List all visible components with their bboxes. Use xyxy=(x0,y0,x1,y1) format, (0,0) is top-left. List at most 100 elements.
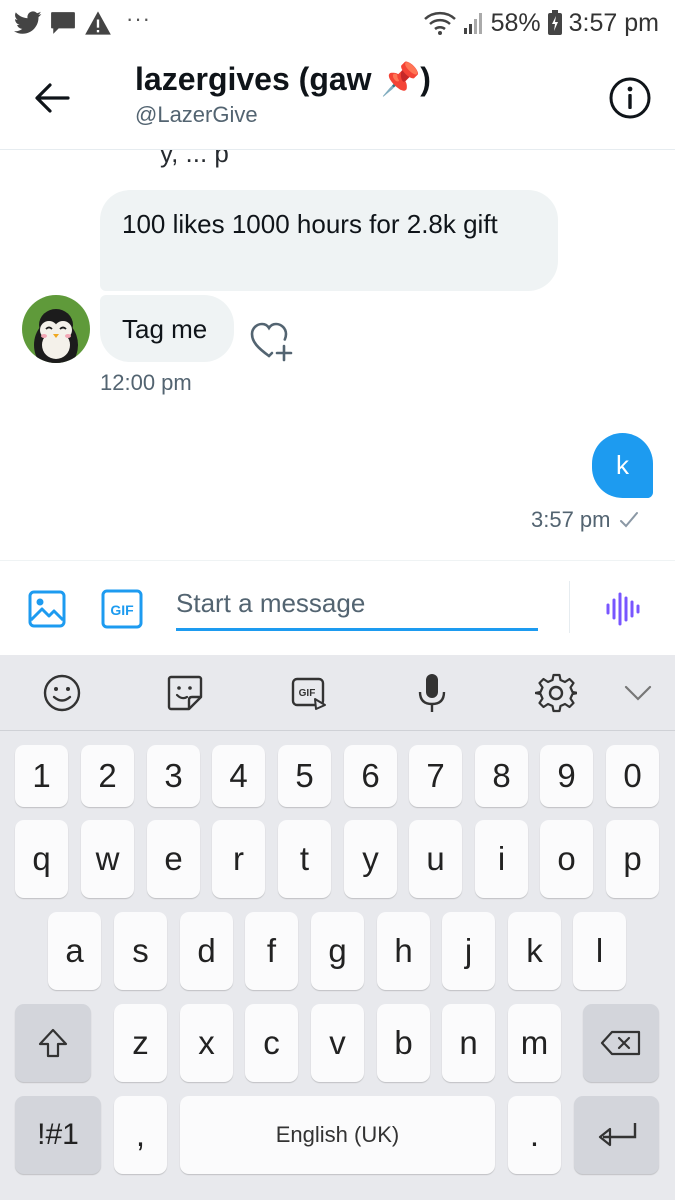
key-y[interactable]: y xyxy=(344,820,397,898)
key-a[interactable]: a xyxy=(48,912,101,990)
voice-wave-icon xyxy=(606,592,640,626)
key-k[interactable]: k xyxy=(508,912,561,990)
sticker-icon xyxy=(167,675,203,711)
voice-input-button[interactable] xyxy=(410,671,454,715)
shift-key[interactable] xyxy=(15,1004,91,1082)
message-timestamp: 3:57 pm xyxy=(531,507,611,532)
arrow-left-icon xyxy=(35,83,70,113)
emoji-button[interactable] xyxy=(40,671,84,715)
gif-label: GIF xyxy=(110,602,134,618)
wifi-icon xyxy=(423,10,457,36)
back-button[interactable] xyxy=(32,78,72,118)
voice-message-button[interactable] xyxy=(602,589,642,629)
keyboard-gif-button[interactable]: GIF xyxy=(287,671,331,715)
return-arrow-icon xyxy=(598,1123,636,1147)
conversation-header: lazergives (gaw 📌) @LazerGive xyxy=(0,46,675,150)
key-b[interactable]: b xyxy=(377,1004,430,1082)
key-4[interactable]: 4 xyxy=(212,745,265,807)
key-3[interactable]: 3 xyxy=(147,745,200,807)
shift-arrow-icon xyxy=(38,1028,68,1058)
battery-icon xyxy=(547,10,563,36)
space-key[interactable]: English (UK) xyxy=(180,1096,495,1174)
keyboard-settings-button[interactable] xyxy=(534,671,578,715)
key-z[interactable]: z xyxy=(114,1004,167,1082)
key-u[interactable]: u xyxy=(409,820,462,898)
heart-plus-icon xyxy=(250,322,293,362)
key-t[interactable]: t xyxy=(278,820,331,898)
add-photo-button[interactable] xyxy=(27,589,67,629)
key-5[interactable]: 5 xyxy=(278,745,331,807)
truncated-message-text: y, ... p xyxy=(160,150,229,168)
outgoing-message-meta: 3:57 pm xyxy=(531,507,639,533)
chevron-down-icon xyxy=(624,685,652,701)
incoming-message-bubble[interactable]: Tag me xyxy=(100,295,234,362)
sent-check-icon xyxy=(619,512,638,528)
twitter-icon xyxy=(14,11,42,35)
key-9[interactable]: 9 xyxy=(540,745,593,807)
backspace-icon xyxy=(600,1030,641,1056)
key-l[interactable]: l xyxy=(573,912,626,990)
gear-icon xyxy=(535,673,577,713)
enter-key[interactable] xyxy=(574,1096,659,1174)
collapse-keyboard-button[interactable] xyxy=(616,671,660,715)
key-h[interactable]: h xyxy=(377,912,430,990)
add-gif-button[interactable]: GIF xyxy=(101,589,143,629)
react-button[interactable] xyxy=(248,320,296,364)
gif-search-icon: GIF xyxy=(291,677,326,710)
sticker-button[interactable] xyxy=(163,671,207,715)
key-i[interactable]: i xyxy=(475,820,528,898)
incoming-message-bubble[interactable]: 100 likes 1000 hours for 2.8k gift xyxy=(100,190,558,291)
key-v[interactable]: v xyxy=(311,1004,364,1082)
outgoing-message-bubble[interactable]: k xyxy=(592,433,653,498)
more-notifications-icon: ··· xyxy=(126,6,151,31)
period-key[interactable]: . xyxy=(508,1096,561,1174)
status-time: 3:57 pm xyxy=(568,8,659,37)
composer-divider xyxy=(569,581,570,633)
key-7[interactable]: 7 xyxy=(409,745,462,807)
conversation-title[interactable]: lazergives (gaw 📌) @LazerGive xyxy=(135,60,431,128)
contact-name: lazergives (gaw 📌) xyxy=(135,61,431,97)
message-list[interactable]: y, ... p 100 likes 1000 hours for 2.8k g… xyxy=(0,150,675,560)
key-o[interactable]: o xyxy=(540,820,593,898)
key-d[interactable]: d xyxy=(180,912,233,990)
message-timestamp: 12:00 pm xyxy=(100,370,192,395)
key-1[interactable]: 1 xyxy=(15,745,68,807)
comma-key[interactable]: , xyxy=(114,1096,167,1174)
symbols-key[interactable]: !#1 xyxy=(15,1096,101,1174)
key-e[interactable]: e xyxy=(147,820,200,898)
battery-percent: 58% xyxy=(490,8,541,37)
message-input[interactable] xyxy=(176,579,538,631)
key-f[interactable]: f xyxy=(245,912,298,990)
key-0[interactable]: 0 xyxy=(606,745,659,807)
contact-avatar[interactable] xyxy=(22,295,90,363)
contact-handle: @LazerGive xyxy=(135,102,258,127)
status-bar: ··· 58% 3:57 pm xyxy=(0,0,675,46)
key-j[interactable]: j xyxy=(442,912,495,990)
signal-icon xyxy=(463,11,485,35)
on-screen-keyboard: GIF 1 2 3 4 5 6 7 8 9 0 q w e r t y u i … xyxy=(0,655,675,1200)
key-2[interactable]: 2 xyxy=(81,745,134,807)
key-c[interactable]: c xyxy=(245,1004,298,1082)
conversation-info-button[interactable] xyxy=(608,76,652,120)
key-6[interactable]: 6 xyxy=(344,745,397,807)
microphone-icon xyxy=(418,674,446,712)
key-g[interactable]: g xyxy=(311,912,364,990)
gif-icon: GIF xyxy=(101,589,143,629)
smiley-icon xyxy=(43,674,81,712)
message-composer: GIF xyxy=(0,560,675,655)
key-m[interactable]: m xyxy=(508,1004,561,1082)
info-icon xyxy=(609,77,651,119)
image-icon xyxy=(28,590,66,628)
keyboard-gif-label: GIF xyxy=(299,688,316,699)
key-s[interactable]: s xyxy=(114,912,167,990)
warning-icon xyxy=(84,10,112,36)
key-p[interactable]: p xyxy=(606,820,659,898)
backspace-key[interactable] xyxy=(583,1004,659,1082)
keyboard-toolbar: GIF xyxy=(0,655,675,731)
key-r[interactable]: r xyxy=(212,820,265,898)
key-8[interactable]: 8 xyxy=(475,745,528,807)
key-q[interactable]: q xyxy=(15,820,68,898)
key-w[interactable]: w xyxy=(81,820,134,898)
key-x[interactable]: x xyxy=(180,1004,233,1082)
key-n[interactable]: n xyxy=(442,1004,495,1082)
